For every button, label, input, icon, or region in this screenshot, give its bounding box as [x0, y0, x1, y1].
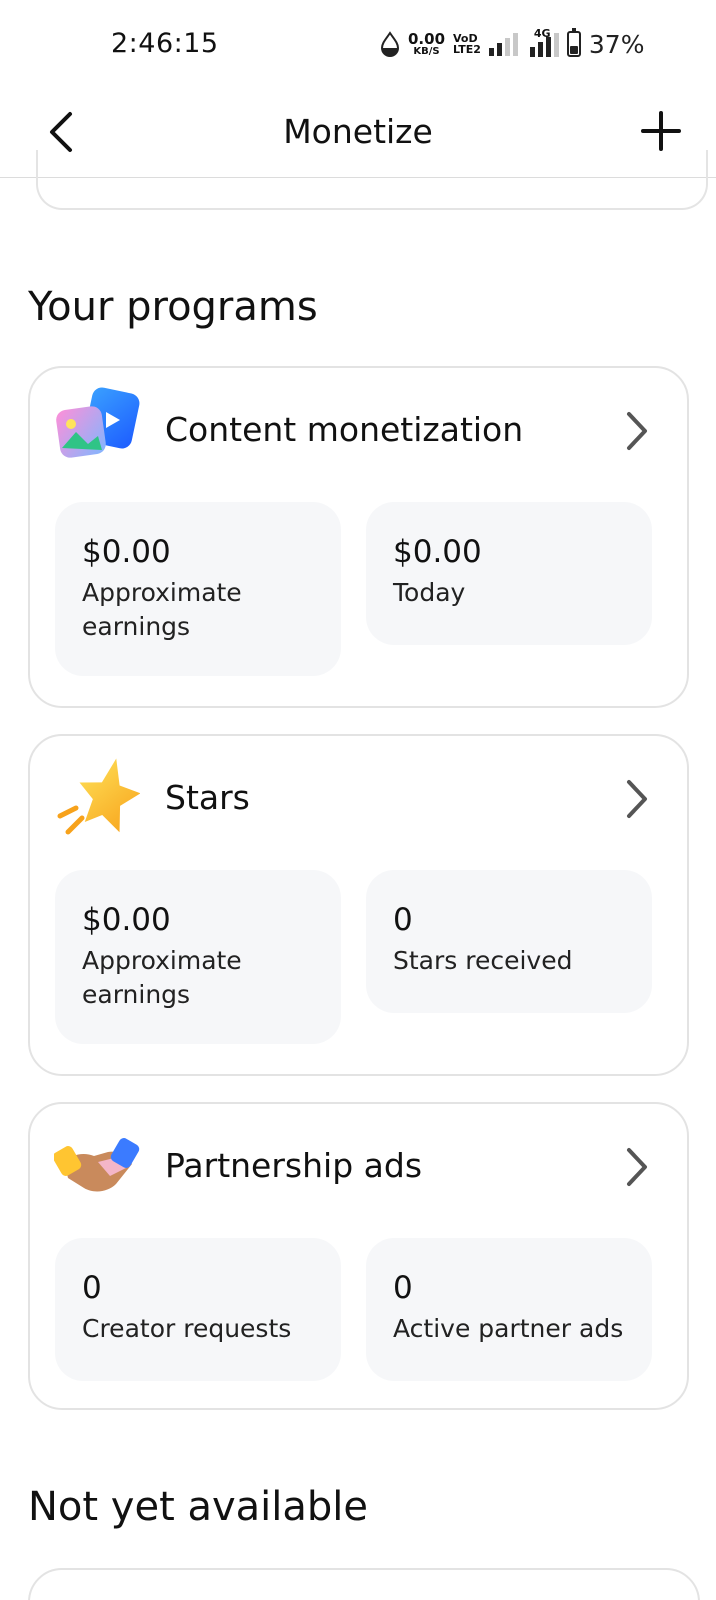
stat-value: 0	[393, 902, 413, 938]
stat-creator-requests: 0 Creator requests	[55, 1238, 341, 1381]
status-icons: 0.00 KB/S VoD LTE2 4G 37%	[380, 26, 644, 62]
program-card-content-monetization[interactable]: Content monetization $0.00 Approximate e…	[28, 366, 689, 708]
stat-value: 0	[82, 1270, 102, 1306]
volte-indicator: VoD LTE2	[453, 33, 481, 55]
network-speed: 0.00 KB/S	[408, 29, 446, 57]
card-title: Content monetization	[165, 410, 524, 449]
card-header[interactable]: Stars	[30, 736, 687, 866]
signal-sim2-icon: 4G	[526, 27, 559, 57]
program-card-stars[interactable]: Stars $0.00 Approximate earnings 0 Stars…	[28, 734, 689, 1076]
volte-bottom: LTE2	[453, 43, 481, 56]
stat-label: Stars received	[393, 946, 573, 975]
partial-card-bottom	[28, 1568, 700, 1600]
chevron-right-icon[interactable]	[617, 1142, 657, 1192]
stat-value: $0.00	[82, 534, 171, 570]
stat-label-line2: earnings	[82, 980, 191, 1009]
card-header[interactable]: Partnership ads	[30, 1104, 687, 1234]
stat-today: $0.00 Today	[366, 502, 652, 645]
status-time: 2:46:15	[111, 28, 219, 59]
plus-icon[interactable]	[636, 106, 686, 156]
status-bar: 2:46:15 0.00 KB/S VoD LTE2 4G 37%	[0, 0, 716, 90]
chevron-right-icon[interactable]	[617, 406, 657, 456]
partial-card	[36, 150, 708, 210]
handshake-icon	[54, 1138, 140, 1192]
stat-value: $0.00	[393, 534, 482, 570]
data-saver-icon	[380, 31, 400, 57]
star-icon	[57, 758, 140, 835]
program-card-partnership-ads[interactable]: Partnership ads 0 Creator requests 0 Act…	[28, 1102, 689, 1410]
battery-percent: 37%	[588, 29, 645, 59]
stat-label: Creator requests	[82, 1314, 292, 1343]
section-title-your-programs: Your programs	[28, 284, 318, 330]
stat-approximate-earnings: $0.00 Approximate earnings	[55, 502, 341, 676]
stat-stars-received: 0 Stars received	[366, 870, 652, 1013]
signal-sim1-icon	[488, 32, 518, 56]
chevron-right-icon[interactable]	[617, 774, 657, 824]
network-type-label: 4G	[533, 27, 551, 40]
page-title: Monetize	[283, 112, 433, 151]
network-speed-value: 0.00	[408, 29, 446, 48]
stat-label: Active partner ads	[393, 1314, 624, 1343]
card-title: Stars	[165, 778, 250, 817]
card-title: Partnership ads	[165, 1146, 423, 1185]
battery-icon	[566, 28, 581, 57]
stat-approximate-earnings: $0.00 Approximate earnings	[55, 870, 341, 1044]
stat-value: $0.00	[82, 902, 171, 938]
stat-label: Today	[393, 578, 466, 607]
network-speed-unit: KB/S	[413, 45, 440, 57]
stat-label: Approximate	[82, 946, 242, 975]
stat-label-line2: earnings	[82, 612, 191, 641]
card-header[interactable]: Content monetization	[30, 368, 687, 498]
section-title-not-yet-available: Not yet available	[28, 1484, 369, 1530]
content-monetization-icon	[56, 387, 140, 458]
stat-active-partner-ads: 0 Active partner ads	[366, 1238, 652, 1381]
stat-label: Approximate	[82, 578, 242, 607]
stat-value: 0	[393, 1270, 413, 1306]
